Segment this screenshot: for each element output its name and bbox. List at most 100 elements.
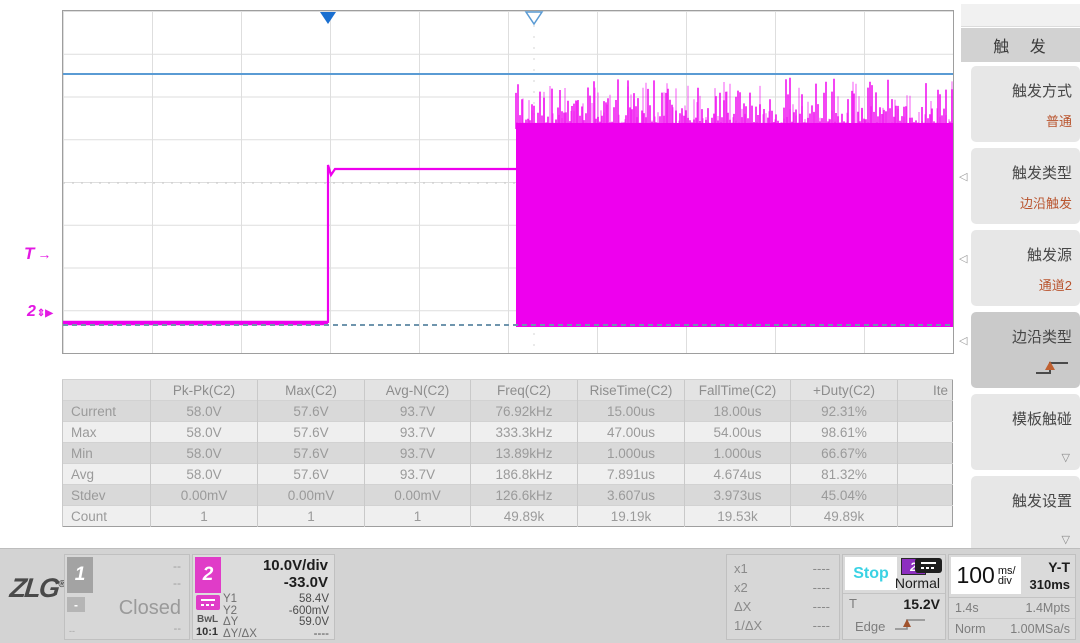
- sidebar-item-6[interactable]: 触发设置 ▽: [957, 476, 1080, 552]
- channel2-ground-label: 2: [27, 303, 36, 320]
- memory-points: 1.4Mpts: [1026, 601, 1070, 616]
- measure-cell: [898, 506, 953, 527]
- sidebar-item-1[interactable]: 触发方式普通: [957, 66, 1080, 142]
- timebase-unit-top: ms/: [998, 566, 1016, 576]
- measure-cell: 333.3kHz: [471, 422, 578, 443]
- sidebar-button[interactable]: 触发设置 ▽: [971, 476, 1080, 552]
- measure-cell: 15.00us: [578, 401, 685, 422]
- measure-cell: 1.000us: [578, 443, 685, 464]
- channel1-sub-badge: -: [67, 597, 85, 612]
- measure-cell: 1: [151, 506, 258, 527]
- channel1-block[interactable]: 1 -- -- - Closed -- --: [64, 554, 190, 640]
- sidebar-item-value: 通道2: [1039, 275, 1072, 294]
- measure-cell: 57.6V: [258, 464, 365, 485]
- measure-cell: 7.891us: [578, 464, 685, 485]
- sidebar-item-5[interactable]: 模板触碰▽: [957, 394, 1080, 470]
- measure-row-label: Current: [63, 401, 151, 422]
- measure-cell: 58.0V: [151, 464, 258, 485]
- trigger-status-block[interactable]: Stop 2 Normal T 15.2V Edge: [842, 554, 946, 640]
- capture-window: 1.4s: [955, 601, 979, 616]
- measure-cell: 49.89k: [791, 506, 898, 527]
- probe-ratio-label: 10:1: [196, 626, 218, 638]
- oscilloscope-screen: T→ 2⇕▶ Pk-Pk(C2)Max(C2)Avg-N(C2)Freq(C2)…: [0, 0, 1080, 643]
- channel2-offset: -33.0V: [284, 574, 328, 591]
- readout-row: x1 ----: [734, 561, 830, 580]
- measure-col-header: [63, 380, 151, 401]
- x-cursor-block: x1----x2----ΔX----1/ΔX----: [726, 554, 840, 640]
- measure-col-header: +Duty(C2): [791, 380, 898, 401]
- measure-cell: 58.0V: [151, 422, 258, 443]
- sidebar-button[interactable]: 模板触碰▽: [971, 394, 1080, 470]
- measure-cell: 0.00mV: [151, 485, 258, 506]
- measure-cell: 3.973us: [685, 485, 791, 506]
- measure-row: Min58.0V57.6V93.7V13.89kHz1.000us1.000us…: [63, 443, 953, 464]
- x-cursor-label: 1/ΔX: [734, 618, 762, 637]
- trigger-level-readout-label: T: [849, 596, 857, 610]
- measure-row-label: Count: [63, 506, 151, 527]
- x-cursor-value: ----: [813, 561, 830, 580]
- measure-cell: 92.31%: [791, 401, 898, 422]
- channel2-scale: 10.0V/div: [263, 557, 328, 574]
- cursor-value: ----: [314, 629, 329, 641]
- timebase-block[interactable]: 100 ms/ div Y-T 310ms 1.4s 1.4Mpts Norm …: [948, 554, 1076, 640]
- measure-cell: 49.89k: [471, 506, 578, 527]
- timebase-scale: 100: [956, 562, 994, 589]
- measure-row: Current58.0V57.6V93.7V76.92kHz15.00us18.…: [63, 401, 953, 422]
- measure-cell: [898, 401, 953, 422]
- sidebar-button[interactable]: 触发方式普通: [971, 66, 1080, 142]
- channel1-bottom-value: --: [174, 623, 181, 635]
- measure-cell: 76.92kHz: [471, 401, 578, 422]
- sidebar-item-label: 触发方式: [1012, 80, 1072, 101]
- measurement-table: Pk-Pk(C2)Max(C2)Avg-N(C2)Freq(C2)RiseTim…: [62, 379, 953, 527]
- measure-cell: 1.000us: [685, 443, 791, 464]
- measure-cell: 0.00mV: [258, 485, 365, 506]
- trigger-level-marker[interactable]: T→: [24, 244, 51, 264]
- channel1-state: Closed: [119, 597, 181, 620]
- channel1-top-value: --: [173, 559, 181, 573]
- channel2-waveform: [63, 11, 953, 353]
- status-bar: ZLG® 1 -- -- - Closed -- -- 2 10.0V/div …: [0, 548, 1080, 643]
- display-mode: Y-T: [1048, 559, 1070, 575]
- left-arrow-icon: ◁: [959, 334, 967, 347]
- measure-cell: 13.89kHz: [471, 443, 578, 464]
- sidebar-item-value: 普通: [1046, 111, 1072, 130]
- measure-col-header: Max(C2): [258, 380, 365, 401]
- menu-top-strip: [961, 4, 1080, 27]
- sidebar-item-4[interactable]: ◁ 边沿类型: [957, 312, 1080, 388]
- trigger-delay: 310ms: [1030, 577, 1070, 592]
- measure-row: Max58.0V57.6V93.7V333.3kHz47.00us54.00us…: [63, 422, 953, 443]
- measure-col-header: RiseTime(C2): [578, 380, 685, 401]
- measure-head-row: Pk-Pk(C2)Max(C2)Avg-N(C2)Freq(C2)RiseTim…: [63, 380, 953, 401]
- sidebar-item-3[interactable]: ◁触发源通道2: [957, 230, 1080, 306]
- x-cursor-value: ----: [813, 599, 830, 618]
- timebase-scale-box[interactable]: 100 ms/ div: [951, 557, 1021, 594]
- sidebar-button[interactable]: 触发类型边沿触发: [971, 148, 1080, 224]
- measure-cell: [898, 443, 953, 464]
- channel2-block[interactable]: 2 10.0V/div -33.0V BwL 10:1 Y158.4VY2-60…: [192, 554, 335, 640]
- sidebar-item-2[interactable]: ◁触发类型边沿触发: [957, 148, 1080, 224]
- channel2-badge: 2: [195, 557, 221, 593]
- channel2-ground-marker[interactable]: 2⇕▶: [27, 303, 53, 321]
- dropdown-caret-icon: ▽: [1062, 533, 1070, 546]
- bandwidth-limit-label: BwL: [197, 614, 218, 625]
- trigger-position-icon: [320, 12, 336, 24]
- measure-cell: 57.6V: [258, 443, 365, 464]
- measure-row-label: Max: [63, 422, 151, 443]
- sidebar-item-label: 触发设置: [1012, 490, 1072, 511]
- brand-logo: ZLG®: [8, 573, 67, 604]
- measure-cell: 98.61%: [791, 422, 898, 443]
- measure-cell: 1: [258, 506, 365, 527]
- sidebar-button[interactable]: 触发源通道2: [971, 230, 1080, 306]
- sidebar-button[interactable]: 边沿类型: [971, 312, 1080, 388]
- waveform-display[interactable]: [62, 10, 954, 354]
- channel1-badge: 1: [67, 557, 93, 593]
- measure-cell: 3.607us: [578, 485, 685, 506]
- x-cursor-label: x1: [734, 561, 748, 580]
- measure-cell: 58.0V: [151, 443, 258, 464]
- channel2-cursor-readouts: Y158.4VY2-600mVΔY59.0VΔY/ΔX----: [223, 594, 329, 640]
- measure-cell: 45.04%: [791, 485, 898, 506]
- measure-cell: 126.6kHz: [471, 485, 578, 506]
- timebase-unit-bottom: div: [998, 576, 1016, 586]
- measure-cell: 81.32%: [791, 464, 898, 485]
- run-state[interactable]: Stop: [845, 557, 897, 590]
